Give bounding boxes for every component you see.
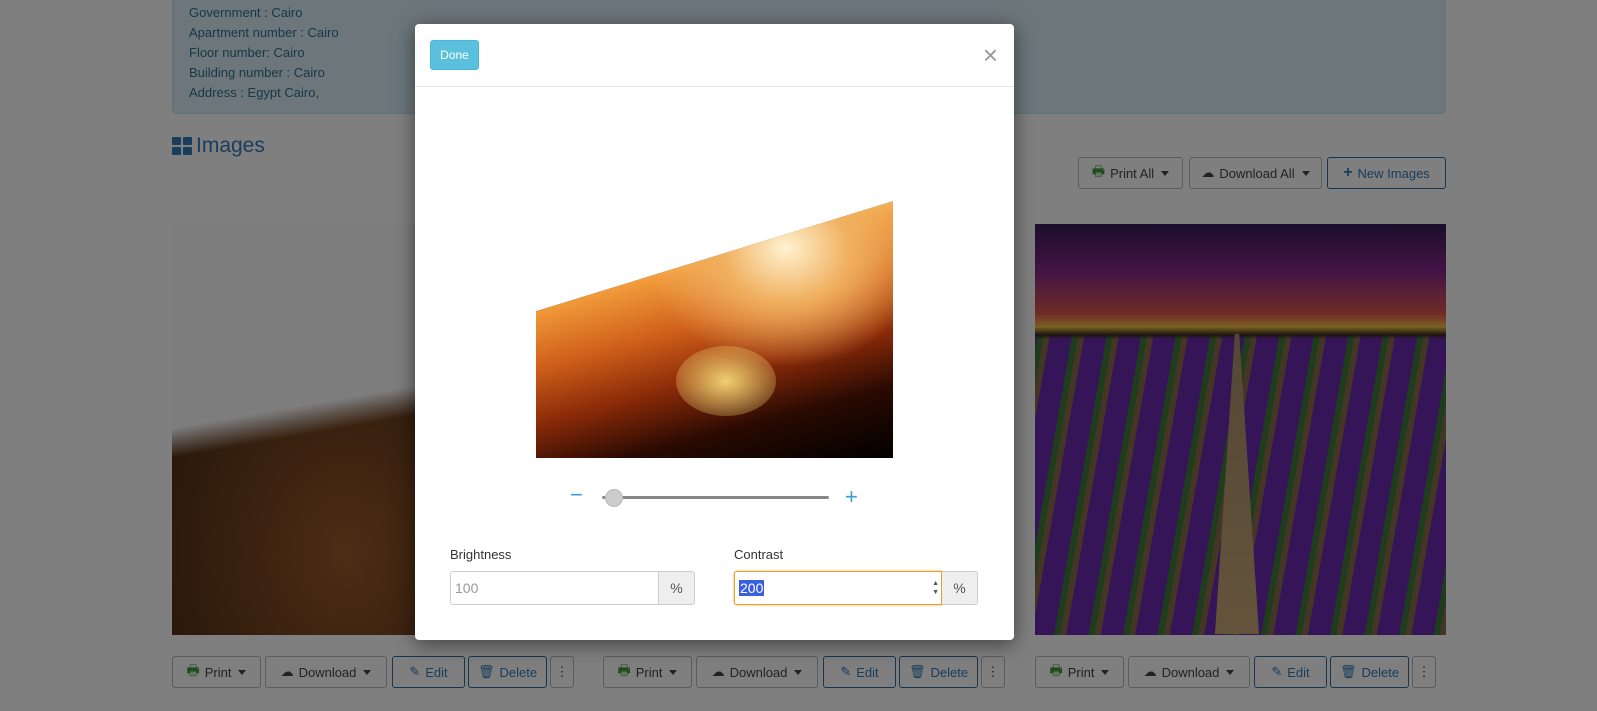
contrast-input-group: 200 ▲ ▼ % [734,571,978,605]
contrast-input[interactable]: 200 ▲ ▼ [734,571,942,605]
contrast-unit: % [942,571,978,605]
image-editor-modal: Done × Brightness 100 % Contrast 200 ▲ ▼ … [415,24,1014,640]
brightness-input-group: 100 % [450,571,695,605]
edited-image-preview[interactable] [536,196,893,458]
spinner-icon[interactable]: ▲ ▼ [932,579,939,597]
brightness-unit: % [659,571,695,605]
contrast-value: 200 [739,580,765,596]
zoom-in-icon[interactable]: + [845,486,858,508]
close-icon[interactable]: × [983,42,998,68]
brightness-label: Brightness [450,547,512,562]
brightness-input[interactable]: 100 [450,571,659,605]
zoom-slider[interactable] [602,489,829,507]
zoom-out-icon[interactable]: − [570,484,583,506]
image-glow [676,346,776,416]
done-button[interactable]: Done [430,40,479,70]
modal-header: Done × [415,24,1014,87]
contrast-label: Contrast [734,547,784,562]
